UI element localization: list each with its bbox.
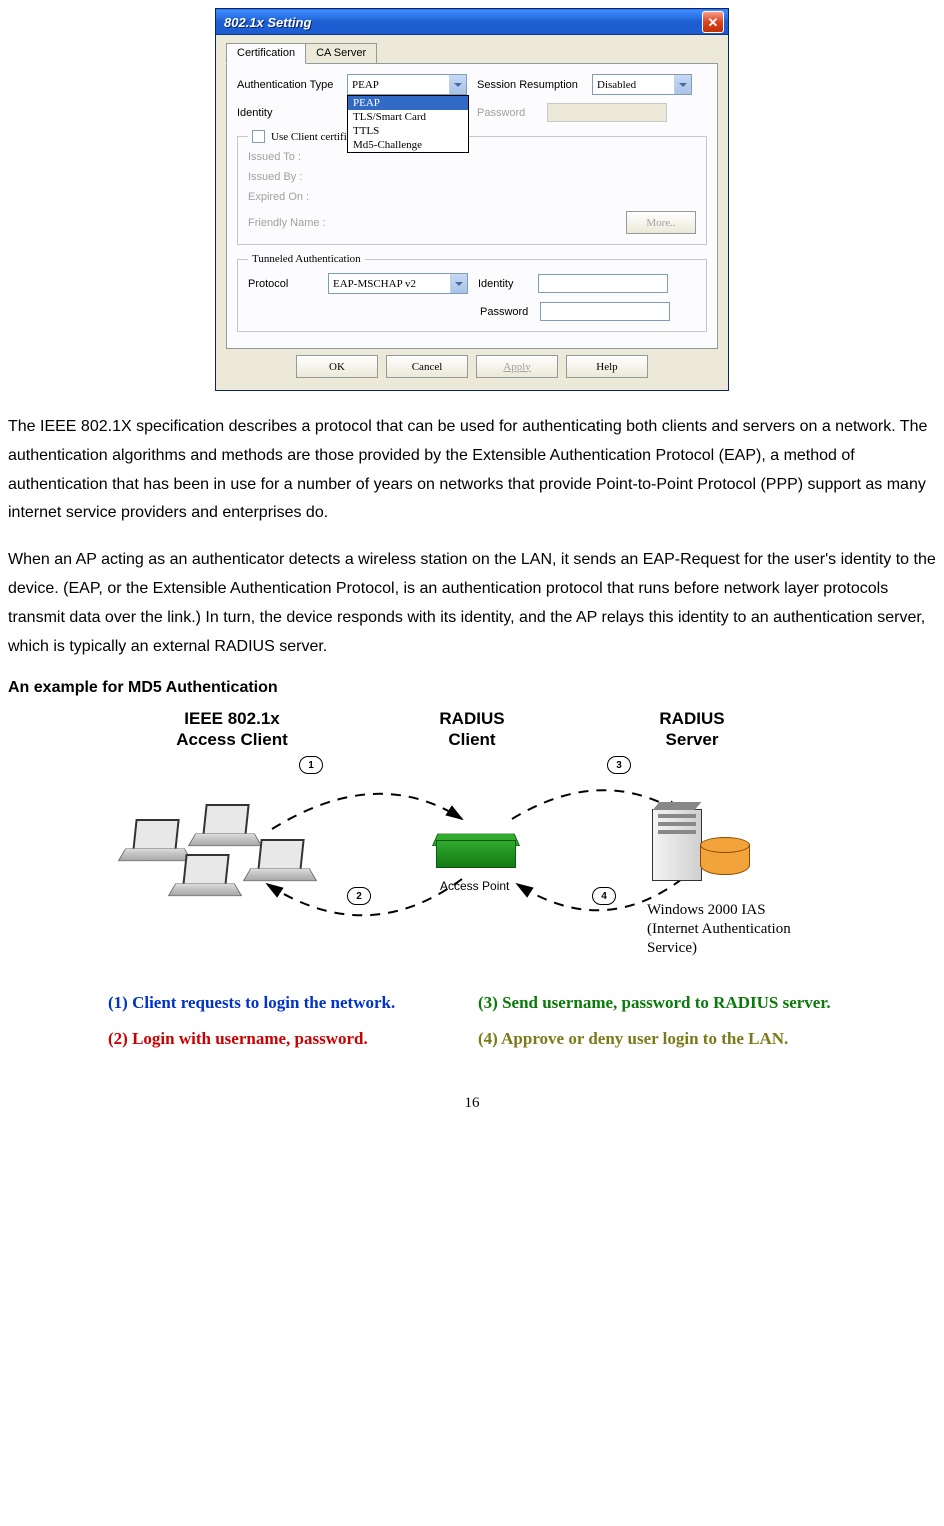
tab-ca-server[interactable]: CA Server bbox=[305, 43, 377, 63]
help-button[interactable]: Help bbox=[566, 355, 648, 378]
password-input bbox=[547, 103, 667, 122]
step-4: (4) Approve or deny user login to the LA… bbox=[478, 1029, 836, 1049]
identity-label: Identity bbox=[237, 107, 347, 119]
tunnel-password-label: Password bbox=[480, 306, 540, 318]
expired-on-label: Expired On : bbox=[248, 191, 358, 203]
access-point-icon bbox=[432, 824, 518, 874]
auth-option-ttls[interactable]: TTLS bbox=[348, 124, 468, 138]
page-number: 16 bbox=[8, 1095, 936, 1112]
auth-option-peap[interactable]: PEAP bbox=[348, 96, 468, 110]
section-heading: An example for MD5 Authentication bbox=[8, 679, 936, 697]
step-2: (2) Login with username, password. bbox=[108, 1029, 466, 1049]
steps-list: (1) Client requests to login the network… bbox=[102, 993, 842, 1065]
chevron-down-icon bbox=[449, 75, 466, 94]
auth-option-md5[interactable]: Md5-Challenge bbox=[348, 138, 468, 152]
step-badge-4: 4 bbox=[592, 887, 616, 905]
apply-button: Apply bbox=[476, 355, 558, 378]
chevron-down-icon bbox=[450, 274, 467, 293]
tab-strip: Certification CA Server bbox=[226, 41, 718, 64]
dialog-titlebar[interactable]: 802.1x Setting ✕ bbox=[216, 9, 728, 35]
settings-dialog: 802.1x Setting ✕ Certification CA Server… bbox=[215, 8, 729, 391]
laptop-icon bbox=[247, 839, 311, 885]
step-badge-2: 2 bbox=[347, 887, 371, 905]
cancel-button[interactable]: Cancel bbox=[386, 355, 468, 378]
session-label: Session Resumption bbox=[477, 79, 592, 91]
auth-option-tls[interactable]: TLS/Smart Card bbox=[348, 110, 468, 124]
server-note: Windows 2000 IAS (Internet Authenticatio… bbox=[647, 901, 791, 957]
auth-type-select[interactable]: PEAP PEAP TLS/Smart Card TTLS Md5-Challe… bbox=[347, 74, 467, 95]
auth-type-label: Authentication Type bbox=[237, 79, 347, 91]
tunnel-identity-label: Identity bbox=[478, 278, 538, 290]
step-1: (1) Client requests to login the network… bbox=[108, 993, 466, 1013]
tunnel-auth-group: Tunneled Authentication Protocol EAP-MSC… bbox=[237, 253, 707, 332]
database-icon bbox=[700, 837, 748, 879]
tunnel-password-input[interactable] bbox=[540, 302, 670, 321]
paragraph-1: The IEEE 802.1X specification describes … bbox=[8, 413, 936, 528]
protocol-label: Protocol bbox=[248, 278, 328, 290]
step-badge-3: 3 bbox=[607, 756, 631, 774]
auth-type-value: PEAP bbox=[352, 79, 379, 91]
client-cert-group: Use Client certificate Issued To : Issue… bbox=[237, 130, 707, 245]
close-icon[interactable]: ✕ bbox=[702, 11, 724, 33]
md5-auth-diagram: IEEE 802.1x Access Client RADIUS Client … bbox=[92, 709, 852, 989]
friendly-name-label: Friendly Name : bbox=[248, 217, 358, 229]
laptop-icon bbox=[172, 854, 236, 900]
access-point-label: Access Point bbox=[440, 879, 509, 893]
more-button: More.. bbox=[626, 211, 696, 234]
step-3: (3) Send username, password to RADIUS se… bbox=[478, 993, 836, 1013]
protocol-select[interactable]: EAP-MSCHAP v2 bbox=[328, 273, 468, 294]
tunnel-legend: Tunneled Authentication bbox=[248, 253, 365, 265]
protocol-value: EAP-MSCHAP v2 bbox=[333, 278, 416, 290]
issued-by-label: Issued By : bbox=[248, 171, 358, 183]
auth-type-dropdown[interactable]: PEAP TLS/Smart Card TTLS Md5-Challenge bbox=[347, 95, 469, 153]
tunnel-identity-input[interactable] bbox=[538, 274, 668, 293]
session-select[interactable]: Disabled bbox=[592, 74, 692, 95]
ok-button[interactable]: OK bbox=[296, 355, 378, 378]
server-icon bbox=[652, 809, 702, 881]
chevron-down-icon bbox=[674, 75, 691, 94]
paragraph-2: When an AP acting as an authenticator de… bbox=[8, 546, 936, 661]
use-client-cert-checkbox[interactable] bbox=[252, 130, 265, 143]
password-label: Password bbox=[477, 107, 547, 119]
issued-to-label: Issued To : bbox=[248, 151, 358, 163]
session-value: Disabled bbox=[597, 79, 636, 91]
step-badge-1: 1 bbox=[299, 756, 323, 774]
tab-certification[interactable]: Certification bbox=[226, 43, 306, 64]
dialog-title: 802.1x Setting bbox=[224, 15, 311, 30]
